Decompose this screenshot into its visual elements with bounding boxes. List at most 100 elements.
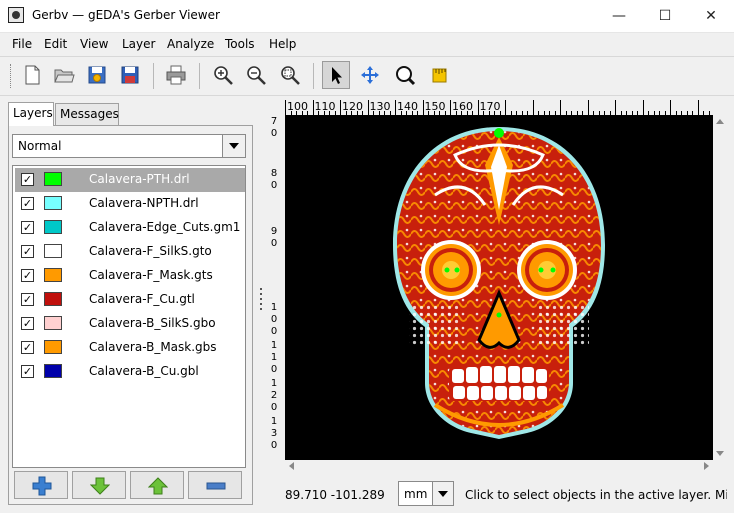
open-button[interactable] (50, 61, 78, 89)
zoom-fit-button[interactable] (276, 61, 304, 89)
ruler-tick (395, 100, 396, 115)
pointer-tool-button[interactable] (322, 61, 350, 89)
layer-row[interactable]: ✓ Calavera-B_Cu.gbl (15, 360, 245, 384)
ruler-label: 1 (270, 352, 278, 363)
minimize-button[interactable]: — (596, 0, 642, 32)
layer-color-swatch[interactable] (44, 244, 62, 258)
menu-tools[interactable]: Tools (225, 37, 255, 51)
layer-visibility-checkbox[interactable]: ✓ (21, 221, 34, 234)
layer-name: Calavera-B_Mask.gbs (89, 340, 217, 354)
layer-visibility-checkbox[interactable]: ✓ (21, 317, 34, 330)
chevron-down-icon[interactable] (432, 482, 453, 505)
scroll-down-icon[interactable] (716, 451, 724, 456)
ruler-tick (477, 100, 479, 115)
maximize-button[interactable]: ☐ (642, 0, 688, 32)
ruler-tick (697, 100, 699, 115)
layer-color-swatch[interactable] (44, 196, 62, 210)
layer-list: ✓ Calavera-PTH.drl ✓ Calavera-NPTH.drl ✓ Cala… (12, 165, 246, 468)
ruler-tick (312, 100, 314, 115)
ruler-label: 1 (270, 302, 278, 313)
render-mode-value: Normal (18, 139, 62, 153)
tab-layers[interactable]: Layers (8, 102, 54, 126)
layer-row[interactable]: ✓ Calavera-PTH.drl (15, 168, 245, 192)
layer-visibility-checkbox[interactable]: ✓ (21, 245, 34, 258)
layer-color-swatch[interactable] (44, 340, 62, 354)
ruler-label: 9 (270, 226, 278, 237)
layer-name: Calavera-F_Cu.gtl (89, 292, 195, 306)
layer-color-swatch[interactable] (44, 172, 62, 186)
toolbar-separator (153, 63, 154, 89)
measure-tool-button[interactable] (425, 61, 453, 89)
layer-color-swatch[interactable] (44, 268, 62, 282)
pan-tool-button[interactable] (356, 61, 384, 89)
new-icon (25, 65, 40, 85)
layer-visibility-checkbox[interactable]: ✓ (21, 341, 34, 354)
ruler-tick (670, 100, 671, 115)
toolbar-separator (313, 63, 314, 89)
ruler-tick (505, 100, 506, 115)
menu-edit[interactable]: Edit (44, 37, 67, 51)
zoom-in-button[interactable] (209, 61, 237, 89)
layer-visibility-checkbox[interactable]: ✓ (21, 293, 34, 306)
remove-layer-icon (206, 482, 226, 490)
ruler-label: 0 (270, 180, 278, 191)
zoom-region-tool-button[interactable] (391, 61, 419, 89)
layer-row[interactable]: ✓ Calavera-B_Mask.gbs (15, 336, 245, 360)
new-button[interactable] (18, 61, 46, 89)
horizontal-scrollbar[interactable] (285, 460, 713, 473)
layer-color-swatch[interactable] (44, 364, 62, 378)
layer-color-swatch[interactable] (44, 292, 62, 306)
layer-visibility-checkbox[interactable]: ✓ (21, 173, 34, 186)
scroll-right-icon[interactable] (704, 462, 709, 470)
horizontal-ruler: 100 110 120 130 140 150 160 170 (285, 100, 713, 115)
vertical-scrollbar[interactable] (713, 115, 726, 460)
layer-visibility-checkbox[interactable]: ✓ (21, 197, 34, 210)
gerber-canvas[interactable] (285, 115, 713, 460)
ruler-tick (532, 100, 534, 115)
zoom-out-button[interactable] (242, 61, 270, 89)
status-message: Click to select objects in the active la… (465, 488, 727, 502)
remove-layer-button[interactable] (188, 471, 242, 499)
layer-name: Calavera-Edge_Cuts.gm1 (89, 220, 241, 234)
scroll-up-icon[interactable] (716, 119, 724, 124)
pcb-render (393, 127, 605, 439)
pane-splitter[interactable] (259, 288, 263, 312)
move-layer-down-button[interactable] (72, 471, 126, 499)
layer-row[interactable]: ✓ Calavera-B_SilkS.gbo (15, 312, 245, 336)
layer-row[interactable]: ✓ Calavera-F_SilkS.gto (15, 240, 245, 264)
menu-help[interactable]: Help (269, 37, 296, 51)
render-mode-select[interactable]: Normal (12, 134, 246, 158)
layer-row[interactable]: ✓ Calavera-F_Mask.gts (15, 264, 245, 288)
menu-analyze[interactable]: Analyze (167, 37, 214, 51)
menu-layer[interactable]: Layer (122, 37, 155, 51)
ruler-label: 8 (270, 168, 278, 179)
print-button[interactable] (162, 61, 190, 89)
revert-button[interactable] (83, 61, 111, 89)
layer-color-swatch[interactable] (44, 220, 62, 234)
layer-color-swatch[interactable] (44, 316, 62, 330)
layer-row[interactable]: ✓ Calavera-NPTH.drl (15, 192, 245, 216)
layer-row[interactable]: ✓ Calavera-Edge_Cuts.gm1 (15, 216, 245, 240)
save-button[interactable] (116, 61, 144, 89)
ruler-tick (560, 100, 561, 115)
layer-visibility-checkbox[interactable]: ✓ (21, 269, 34, 282)
chevron-down-icon[interactable] (222, 135, 245, 157)
scroll-left-icon[interactable] (289, 462, 294, 470)
pth-hole (494, 128, 504, 138)
layer-row[interactable]: ✓ Calavera-F_Cu.gtl (15, 288, 245, 312)
unit-select[interactable]: mm (398, 481, 454, 506)
save-icon (121, 66, 139, 84)
vertical-ruler: 708090100110120130 (268, 115, 283, 460)
menu-file[interactable]: File (12, 37, 32, 51)
ruler-tick (422, 100, 424, 115)
window-title: Gerbv — gEDA's Gerber Viewer (32, 8, 220, 22)
toolbar (0, 56, 734, 96)
tab-messages[interactable]: Messages (55, 103, 119, 125)
add-layer-button[interactable] (14, 471, 68, 499)
layer-name: Calavera-F_Mask.gts (89, 268, 213, 282)
layer-visibility-checkbox[interactable]: ✓ (21, 365, 34, 378)
ruler-tick (285, 100, 286, 115)
move-layer-up-button[interactable] (130, 471, 184, 499)
menu-view[interactable]: View (80, 37, 108, 51)
close-button[interactable]: ✕ (688, 0, 734, 32)
